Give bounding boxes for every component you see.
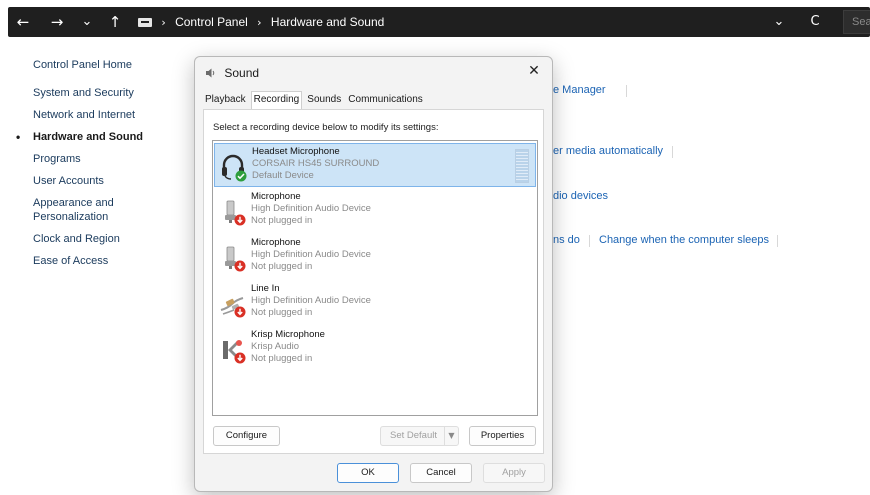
- sidebar-item-ease-of-access[interactable]: Ease of Access: [33, 254, 183, 268]
- list-item[interactable]: Microphone High Definition Audio Device …: [214, 189, 536, 233]
- address-bar: ← → ⌄ ↑ › Control Panel › Hardware and S…: [0, 0, 870, 44]
- forward-button[interactable]: →: [46, 7, 68, 37]
- audio-devices-link[interactable]: dio devices: [553, 190, 608, 202]
- set-default-label: Set Default: [390, 430, 437, 441]
- list-item[interactable]: Line In High Definition Audio Device Not…: [214, 281, 536, 325]
- instruction-text: Select a recording device below to modif…: [213, 122, 439, 133]
- speaker-icon: [206, 68, 215, 78]
- set-default-button[interactable]: Set Default ▼: [380, 426, 459, 446]
- device-list[interactable]: Headset Microphone CORSAIR HS45 SURROUND…: [212, 140, 538, 416]
- address-bar-strip: ← → ⌄ ↑ › Control Panel › Hardware and S…: [8, 7, 870, 37]
- set-default-dropdown-icon[interactable]: ▼: [444, 427, 458, 445]
- dialog-title-bar: Sound: [205, 65, 259, 81]
- link-divider: [626, 85, 627, 97]
- sidebar-item-programs[interactable]: Programs: [33, 152, 183, 166]
- up-button[interactable]: ↑: [104, 7, 126, 37]
- level-meter: [515, 149, 529, 183]
- device-name: Microphone: [251, 191, 301, 202]
- device-driver: High Definition Audio Device: [251, 249, 371, 260]
- device-status: Default Device: [252, 170, 314, 181]
- sound-dialog: Sound ✕ Playback Recording Sounds Commun…: [194, 56, 553, 492]
- refresh-button[interactable]: C: [804, 7, 826, 37]
- unplugged-icon: [234, 306, 246, 318]
- sidebar-item-network-and-internet[interactable]: Network and Internet: [33, 108, 183, 122]
- configure-button[interactable]: Configure: [213, 426, 280, 446]
- sidebar-item-control-panel-home[interactable]: Control Panel Home: [33, 58, 183, 72]
- device-name: Krisp Microphone: [251, 329, 325, 340]
- breadcrumb-separator-icon: ›: [161, 16, 166, 29]
- control-panel-icon: [138, 18, 152, 27]
- tab-strip: Playback Recording Sounds Communications: [203, 91, 425, 109]
- recording-panel: Select a recording device below to modif…: [203, 109, 544, 454]
- power-buttons-link[interactable]: ns do: [553, 234, 580, 246]
- breadcrumb-hardware-and-sound[interactable]: Hardware and Sound: [271, 15, 384, 29]
- recent-locations-button[interactable]: ⌄: [76, 7, 98, 37]
- device-driver: CORSAIR HS45 SURROUND: [252, 158, 380, 169]
- device-driver: High Definition Audio Device: [251, 295, 371, 306]
- device-driver: High Definition Audio Device: [251, 203, 371, 214]
- sidebar-item-user-accounts[interactable]: User Accounts: [33, 174, 183, 188]
- device-manager-link[interactable]: e Manager: [553, 84, 606, 96]
- link-divider: [589, 235, 590, 247]
- list-item[interactable]: Microphone High Definition Audio Device …: [214, 235, 536, 279]
- breadcrumb-control-panel[interactable]: Control Panel: [175, 15, 248, 29]
- cancel-button[interactable]: Cancel: [410, 463, 472, 483]
- ok-button[interactable]: OK: [337, 463, 399, 483]
- device-status: Not plugged in: [251, 307, 313, 318]
- back-button[interactable]: ←: [12, 7, 34, 37]
- close-button[interactable]: ✕: [524, 61, 544, 81]
- tab-recording[interactable]: Recording: [250, 91, 303, 109]
- device-driver: Krisp Audio: [251, 341, 300, 352]
- device-status: Not plugged in: [251, 353, 313, 364]
- link-divider: [672, 146, 673, 158]
- tab-sounds[interactable]: Sounds: [305, 91, 343, 109]
- dialog-title: Sound: [224, 66, 260, 80]
- sidebar-item-system-and-security[interactable]: System and Security: [33, 86, 183, 100]
- link-divider: [777, 235, 778, 247]
- properties-button[interactable]: Properties: [469, 426, 536, 446]
- sidebar: Control Panel Home System and Security N…: [16, 58, 183, 276]
- device-name: Headset Microphone: [252, 146, 340, 157]
- default-device-check-icon: [235, 170, 247, 182]
- unplugged-icon: [234, 260, 246, 272]
- device-name: Line In: [251, 283, 280, 294]
- apply-button[interactable]: Apply: [483, 463, 545, 483]
- address-dropdown-button[interactable]: ⌄: [768, 7, 790, 37]
- breadcrumb: › Control Panel › Hardware and Sound: [138, 7, 384, 37]
- change-sleep-link[interactable]: Change when the computer sleeps: [599, 234, 769, 246]
- tab-playback[interactable]: Playback: [203, 91, 248, 109]
- unplugged-icon: [234, 352, 246, 364]
- device-name: Microphone: [251, 237, 301, 248]
- play-media-automatically-link[interactable]: er media automatically: [553, 145, 663, 157]
- tab-communications[interactable]: Communications: [346, 91, 424, 109]
- list-item[interactable]: Krisp Microphone Krisp Audio Not plugged…: [214, 327, 536, 371]
- sidebar-item-hardware-and-sound[interactable]: Hardware and Sound: [16, 130, 183, 144]
- device-status: Not plugged in: [251, 215, 313, 226]
- list-item[interactable]: Headset Microphone CORSAIR HS45 SURROUND…: [214, 143, 536, 187]
- search-input[interactable]: Search: [843, 10, 870, 34]
- sidebar-item-appearance-and-personalization[interactable]: Appearance and Personalization: [33, 196, 143, 224]
- unplugged-icon: [234, 214, 246, 226]
- sidebar-item-clock-and-region[interactable]: Clock and Region: [33, 232, 183, 246]
- device-status: Not plugged in: [251, 261, 313, 272]
- breadcrumb-separator-icon: ›: [257, 16, 262, 29]
